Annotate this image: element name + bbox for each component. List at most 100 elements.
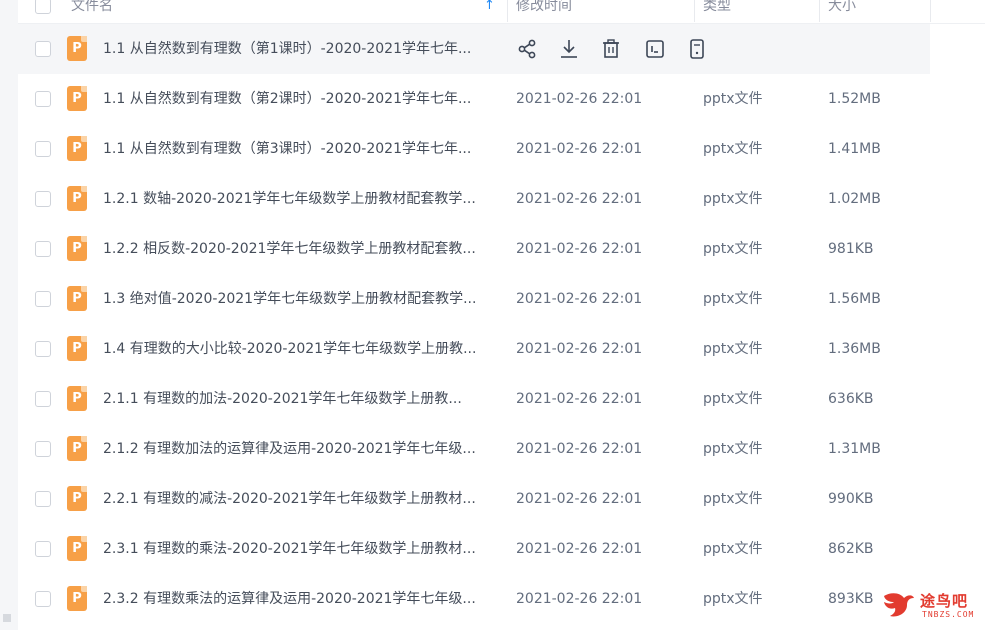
file-type: pptx文件 bbox=[703, 241, 763, 257]
file-size: 1.36MB bbox=[828, 341, 881, 357]
select-all-checkbox[interactable] bbox=[35, 0, 51, 14]
file-modified-time: 2021-02-26 22:01 bbox=[516, 341, 643, 357]
row-checkbox[interactable] bbox=[35, 591, 51, 607]
column-divider[interactable] bbox=[507, 0, 508, 22]
column-header-modified-time[interactable]: 修改时间 bbox=[516, 0, 572, 24]
file-modified-time: 2021-02-26 22:01 bbox=[516, 441, 643, 457]
file-size: 1.41MB bbox=[828, 141, 881, 157]
pptx-file-icon: P bbox=[67, 336, 87, 361]
file-row[interactable]: P 1.1 从自然数到有理数（第1课时）-2020-2021学年七年... bbox=[18, 24, 930, 74]
file-name[interactable]: 1.4 有理数的大小比较-2020-2021学年七年级数学上册教... bbox=[103, 324, 498, 374]
download-icon[interactable] bbox=[558, 37, 580, 61]
file-size: 1.02MB bbox=[828, 191, 881, 207]
pptx-file-icon: P bbox=[67, 236, 87, 261]
file-modified-time: 2021-02-26 22:01 bbox=[516, 291, 643, 307]
file-size: 1.56MB bbox=[828, 291, 881, 307]
file-name[interactable]: 1.2.2 相反数-2020-2021学年七年级数学上册教材配套教... bbox=[103, 224, 498, 274]
file-size: 1.31MB bbox=[828, 441, 881, 457]
column-divider[interactable] bbox=[694, 0, 695, 22]
file-type: pptx文件 bbox=[703, 291, 763, 307]
file-name[interactable]: 2.1.1 有理数的加法-2020-2021学年七年级数学上册教... bbox=[103, 374, 498, 424]
file-name[interactable]: 1.1 从自然数到有理数（第2课时）-2020-2021学年七年... bbox=[103, 74, 498, 124]
file-row[interactable]: P 2.3.1 有理数的乘法-2020-2021学年七年级数学上册教材... 2… bbox=[18, 524, 985, 574]
file-row[interactable]: P 1.4 有理数的大小比较-2020-2021学年七年级数学上册教... 20… bbox=[18, 324, 985, 374]
file-type: pptx文件 bbox=[703, 591, 763, 607]
file-name[interactable]: 1.1 从自然数到有理数（第3课时）-2020-2021学年七年... bbox=[103, 124, 498, 174]
file-name[interactable]: 2.1.2 有理数加法的运算律及运用-2020-2021学年七年级... bbox=[103, 424, 498, 474]
row-checkbox[interactable] bbox=[35, 241, 51, 257]
file-row[interactable]: P 1.2.1 数轴-2020-2021学年七年级数学上册教材配套教学... 2… bbox=[18, 174, 985, 224]
row-checkbox[interactable] bbox=[35, 491, 51, 507]
file-name[interactable]: 2.2.1 有理数的减法-2020-2021学年七年级数学上册教材... bbox=[103, 474, 498, 524]
row-checkbox[interactable] bbox=[35, 41, 51, 57]
pptx-file-icon: P bbox=[67, 536, 87, 561]
file-type: pptx文件 bbox=[703, 491, 763, 507]
more-icon[interactable] bbox=[686, 37, 708, 61]
file-row[interactable]: P 1.1 从自然数到有理数（第2课时）-2020-2021学年七年... 20… bbox=[18, 74, 985, 124]
file-modified-time: 2021-02-26 22:01 bbox=[516, 591, 643, 607]
left-panel-handle[interactable] bbox=[3, 614, 11, 622]
file-size: 636KB bbox=[828, 391, 874, 407]
file-size: 893KB bbox=[828, 591, 874, 607]
file-type: pptx文件 bbox=[703, 541, 763, 557]
rename-icon[interactable] bbox=[644, 37, 666, 61]
file-name[interactable]: 1.3 绝对值-2020-2021学年七年级数学上册教材配套教学... bbox=[103, 274, 498, 324]
pptx-file-icon: P bbox=[67, 436, 87, 461]
file-row[interactable]: P 1.1 从自然数到有理数（第3课时）-2020-2021学年七年... 20… bbox=[18, 124, 985, 174]
pptx-file-icon: P bbox=[67, 586, 87, 611]
watermark-subtext: TNBZS.COM bbox=[922, 610, 975, 619]
file-size: 990KB bbox=[828, 491, 874, 507]
row-checkbox[interactable] bbox=[35, 291, 51, 307]
file-name[interactable]: 2.3.2 有理数乘法的运算律及运用-2020-2021学年七年级... bbox=[103, 574, 498, 624]
left-panel-strip bbox=[0, 0, 18, 630]
file-type: pptx文件 bbox=[703, 341, 763, 357]
file-list: 文件名 ↑ 修改时间 类型 大小 P 1.1 从自然数到有理数（第1课时）-20… bbox=[18, 0, 985, 630]
file-size: 862KB bbox=[828, 541, 874, 557]
file-list-header: 文件名 ↑ 修改时间 类型 大小 bbox=[18, 0, 985, 24]
row-checkbox[interactable] bbox=[35, 391, 51, 407]
file-type: pptx文件 bbox=[703, 441, 763, 457]
column-divider[interactable] bbox=[819, 0, 820, 22]
file-row[interactable]: P 1.3 绝对值-2020-2021学年七年级数学上册教材配套教学... 20… bbox=[18, 274, 985, 324]
row-checkbox[interactable] bbox=[35, 441, 51, 457]
file-modified-time: 2021-02-26 22:01 bbox=[516, 391, 643, 407]
file-type: pptx文件 bbox=[703, 191, 763, 207]
bird-logo-icon bbox=[884, 593, 914, 617]
row-checkbox[interactable] bbox=[35, 191, 51, 207]
row-checkbox[interactable] bbox=[35, 141, 51, 157]
pptx-file-icon: P bbox=[67, 136, 87, 161]
column-divider[interactable] bbox=[930, 0, 931, 22]
pptx-file-icon: P bbox=[67, 186, 87, 211]
column-header-type[interactable]: 类型 bbox=[703, 0, 731, 24]
file-row[interactable]: P 1.2.2 相反数-2020-2021学年七年级数学上册教材配套教... 2… bbox=[18, 224, 985, 274]
file-size: 981KB bbox=[828, 241, 874, 257]
row-checkbox[interactable] bbox=[35, 91, 51, 107]
file-type: pptx文件 bbox=[703, 141, 763, 157]
share-icon[interactable] bbox=[516, 37, 538, 61]
file-modified-time: 2021-02-26 22:01 bbox=[516, 241, 643, 257]
file-modified-time: 2021-02-26 22:01 bbox=[516, 191, 643, 207]
file-size: 1.52MB bbox=[828, 91, 881, 107]
file-name[interactable]: 2.3.1 有理数的乘法-2020-2021学年七年级数学上册教材... bbox=[103, 524, 498, 574]
file-row[interactable]: P 2.2.1 有理数的减法-2020-2021学年七年级数学上册教材... 2… bbox=[18, 474, 985, 524]
file-modified-time: 2021-02-26 22:01 bbox=[516, 491, 643, 507]
file-name[interactable]: 1.2.1 数轴-2020-2021学年七年级数学上册教材配套教学... bbox=[103, 174, 498, 224]
file-type: pptx文件 bbox=[703, 91, 763, 107]
file-modified-time: 2021-02-26 22:01 bbox=[516, 141, 643, 157]
file-row[interactable]: P 2.1.2 有理数加法的运算律及运用-2020-2021学年七年级... 2… bbox=[18, 424, 985, 474]
pptx-file-icon: P bbox=[67, 286, 87, 311]
delete-icon[interactable] bbox=[600, 37, 622, 61]
file-row[interactable]: P 2.3.2 有理数乘法的运算律及运用-2020-2021学年七年级... 2… bbox=[18, 574, 985, 624]
sort-ascending-icon[interactable]: ↑ bbox=[484, 0, 495, 24]
pptx-file-icon: P bbox=[67, 486, 87, 511]
pptx-file-icon: P bbox=[67, 386, 87, 411]
row-checkbox[interactable] bbox=[35, 541, 51, 557]
column-header-name[interactable]: 文件名 bbox=[71, 0, 113, 24]
watermark: 途鸟吧 TNBZS.COM bbox=[880, 586, 980, 626]
file-name[interactable]: 1.1 从自然数到有理数（第1课时）-2020-2021学年七年... bbox=[103, 24, 498, 74]
file-row[interactable]: P 2.1.1 有理数的加法-2020-2021学年七年级数学上册教... 20… bbox=[18, 374, 985, 424]
pptx-file-icon: P bbox=[67, 86, 87, 111]
file-modified-time: 2021-02-26 22:01 bbox=[516, 91, 643, 107]
row-checkbox[interactable] bbox=[35, 341, 51, 357]
column-header-size[interactable]: 大小 bbox=[828, 0, 856, 24]
